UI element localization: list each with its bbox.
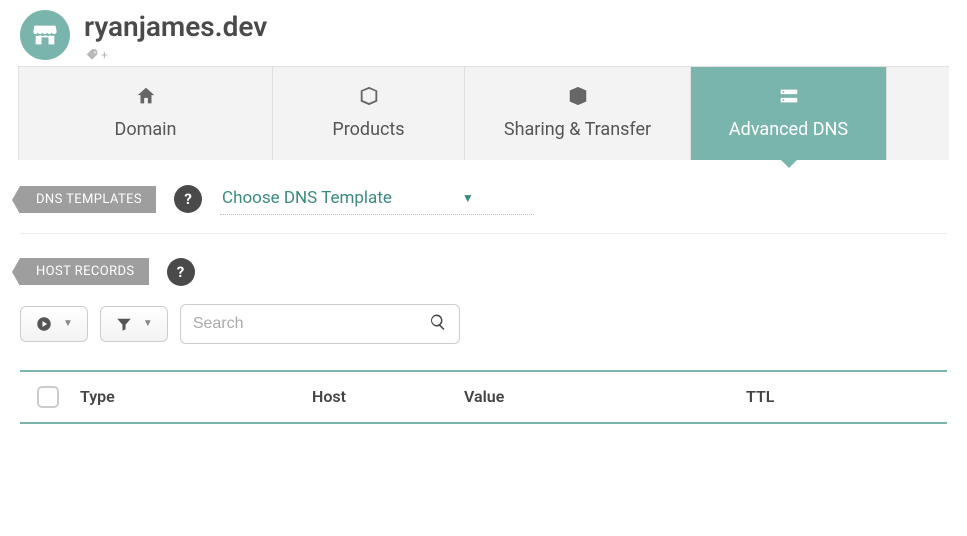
tab-sharing-transfer[interactable]: Sharing & Transfer <box>465 67 691 160</box>
dns-templates-chip: DNS TEMPLATES <box>20 186 156 213</box>
search-input[interactable] <box>193 315 429 333</box>
content-area: DNS TEMPLATES ? Choose DNS Template ▼ HO… <box>0 160 967 454</box>
records-toolbar: ▼ ▼ <box>20 304 947 344</box>
select-all-checkbox[interactable] <box>37 386 59 408</box>
host-records-chip: HOST RECORDS <box>20 258 149 285</box>
records-table-header: Type Host Value TTL <box>20 370 947 424</box>
column-host: Host <box>312 387 452 406</box>
host-records-row: HOST RECORDS ? <box>20 258 947 286</box>
tab-label: Domain <box>115 119 177 140</box>
search-field-wrap <box>180 304 460 344</box>
dropdown-label: Choose DNS Template <box>222 188 392 208</box>
tab-domain[interactable]: Domain <box>18 67 273 160</box>
box-icon <box>358 85 380 107</box>
store-icon <box>20 10 70 60</box>
help-icon[interactable]: ? <box>167 258 195 286</box>
caret-down-icon: ▼ <box>63 318 73 329</box>
column-type: Type <box>80 387 300 406</box>
tab-bar: Domain Products Sharing & Transfer Advan… <box>18 66 949 160</box>
page-header: ryanjames.dev + <box>0 0 967 66</box>
dns-templates-row: DNS TEMPLATES ? Choose DNS Template ▼ <box>20 184 947 215</box>
server-icon <box>778 85 800 107</box>
funnel-icon <box>115 315 133 333</box>
tab-products[interactable]: Products <box>273 67 465 160</box>
dns-template-dropdown[interactable]: Choose DNS Template ▼ <box>220 184 534 215</box>
domain-title: ryanjames.dev <box>84 10 267 44</box>
caret-down-icon: ▼ <box>143 318 153 329</box>
play-circle-icon <box>35 315 53 333</box>
tab-advanced-dns[interactable]: Advanced DNS <box>691 67 887 160</box>
transfer-icon <box>567 85 589 107</box>
tab-label: Advanced DNS <box>729 119 848 140</box>
home-icon <box>135 85 157 107</box>
search-icon[interactable] <box>429 313 447 335</box>
tab-label: Sharing & Transfer <box>504 119 651 140</box>
tab-label: Products <box>332 119 404 140</box>
play-actions-button[interactable]: ▼ <box>20 306 88 342</box>
caret-down-icon: ▼ <box>462 191 474 205</box>
column-ttl: TTL <box>746 387 939 406</box>
filter-button[interactable]: ▼ <box>100 306 168 342</box>
tag-add-icon[interactable]: + <box>84 48 267 62</box>
divider <box>20 233 947 234</box>
column-value: Value <box>464 387 734 406</box>
help-icon[interactable]: ? <box>174 185 202 213</box>
